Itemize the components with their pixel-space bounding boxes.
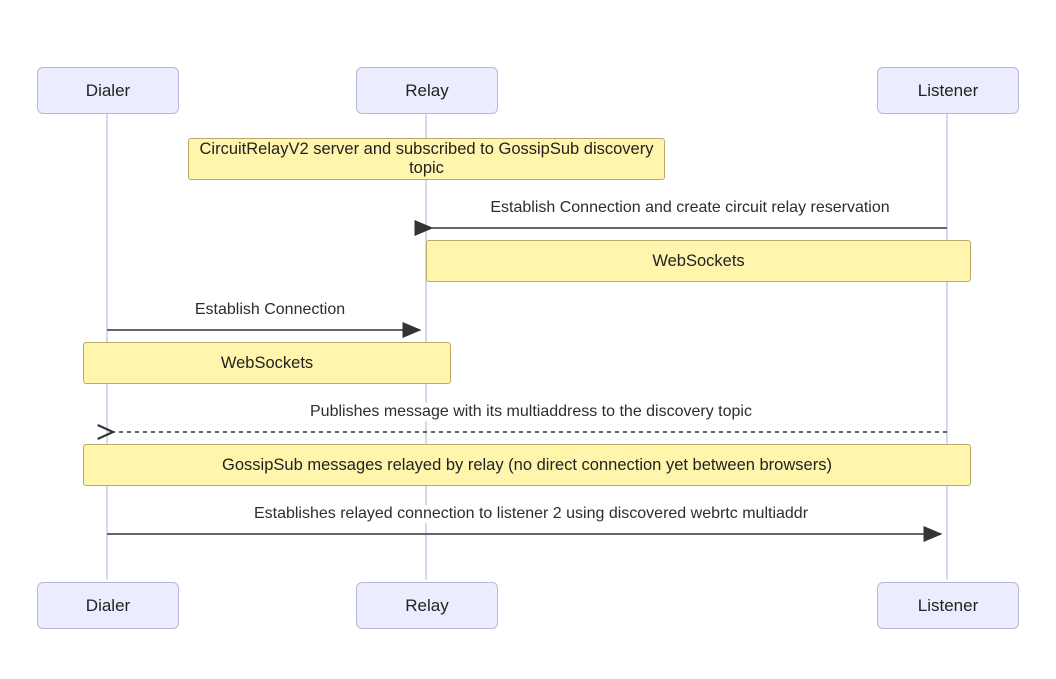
note-relay-setup: CircuitRelayV2 server and subscribed to … — [188, 138, 665, 180]
note-text: WebSockets — [652, 252, 744, 271]
msg-text: Establish Connection and create circuit … — [490, 199, 889, 216]
msg-label-listener-relay: Establish Connection and create circuit … — [470, 199, 910, 217]
note-websockets-dialer: WebSockets — [83, 342, 451, 384]
actor-label: Dialer — [86, 596, 130, 616]
note-gossipsub: GossipSub messages relayed by relay (no … — [83, 444, 971, 486]
actor-listener-top: Listener — [877, 67, 1019, 114]
actor-label: Listener — [918, 596, 978, 616]
msg-label-dialer-relay: Establish Connection — [116, 301, 424, 319]
msg-label-listener-dialer: Publishes message with its multiaddress … — [260, 403, 802, 421]
msg-text: Establishes relayed connection to listen… — [254, 505, 808, 522]
note-text: CircuitRelayV2 server and subscribed to … — [195, 140, 658, 178]
note-text: WebSockets — [221, 354, 313, 373]
lifeline-listener — [946, 112, 948, 580]
msg-text: Establish Connection — [195, 301, 345, 318]
actor-label: Listener — [918, 81, 978, 101]
actor-label: Relay — [405, 596, 448, 616]
actor-relay-bottom: Relay — [356, 582, 498, 629]
actor-listener-bottom: Listener — [877, 582, 1019, 629]
note-text: GossipSub messages relayed by relay (no … — [222, 456, 832, 475]
sequence-diagram: Dialer Relay Listener CircuitRelayV2 ser… — [0, 0, 1056, 679]
msg-text: Publishes message with its multiaddress … — [310, 403, 752, 420]
note-websockets-listener: WebSockets — [426, 240, 971, 282]
actor-label: Relay — [405, 81, 448, 101]
actor-dialer-bottom: Dialer — [37, 582, 179, 629]
msg-label-dialer-listener: Establishes relayed connection to listen… — [200, 505, 862, 523]
actor-relay-top: Relay — [356, 67, 498, 114]
actor-dialer-top: Dialer — [37, 67, 179, 114]
actor-label: Dialer — [86, 81, 130, 101]
